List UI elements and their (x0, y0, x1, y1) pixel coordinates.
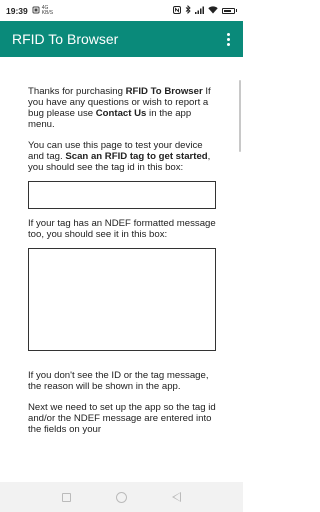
network-speed: 4G KB/S (41, 5, 54, 16)
next-paragraph: Next we need to set up the app so the ta… (28, 402, 216, 435)
scrollbar[interactable] (239, 80, 241, 152)
network-label-bottom: KB/S (41, 9, 54, 16)
more-vertical-icon[interactable] (221, 29, 235, 49)
signal-icon (195, 6, 204, 16)
scan-instruction-bold: Scan an RFID tag to get started (65, 151, 208, 162)
square-icon[interactable] (62, 492, 72, 502)
main-content: Thanks for purchasing RFID To Browser If… (0, 57, 243, 482)
reason-paragraph: If you don't see the ID or the tag messa… (28, 370, 209, 392)
status-time: 19:39 (6, 5, 28, 16)
battery-icon (222, 7, 237, 14)
ndef-message-box[interactable] (28, 248, 216, 351)
ndef-intro-paragraph: If your tag has an NDEF formatted messag… (28, 218, 216, 240)
nav-bar (0, 482, 243, 512)
test-paragraph: You can use this page to test your devic… (28, 140, 211, 173)
wifi-icon (208, 5, 218, 16)
tag-id-box[interactable] (28, 181, 216, 209)
app-name-bold: RFID To Browser (125, 86, 203, 97)
nfc-icon (173, 5, 181, 16)
intro-paragraph: Thanks for purchasing RFID To Browser If… (28, 86, 211, 130)
app-bar: RFID To Browser (0, 21, 243, 57)
circle-icon[interactable] (115, 491, 127, 503)
bluetooth-icon (185, 4, 191, 16)
status-bar: 19:39 4G KB/S (0, 0, 243, 21)
triangle-back-icon[interactable] (171, 492, 181, 502)
app-title: RFID To Browser (12, 31, 119, 47)
contact-us-bold: Contact Us (95, 108, 147, 119)
notification-icon (32, 6, 40, 16)
